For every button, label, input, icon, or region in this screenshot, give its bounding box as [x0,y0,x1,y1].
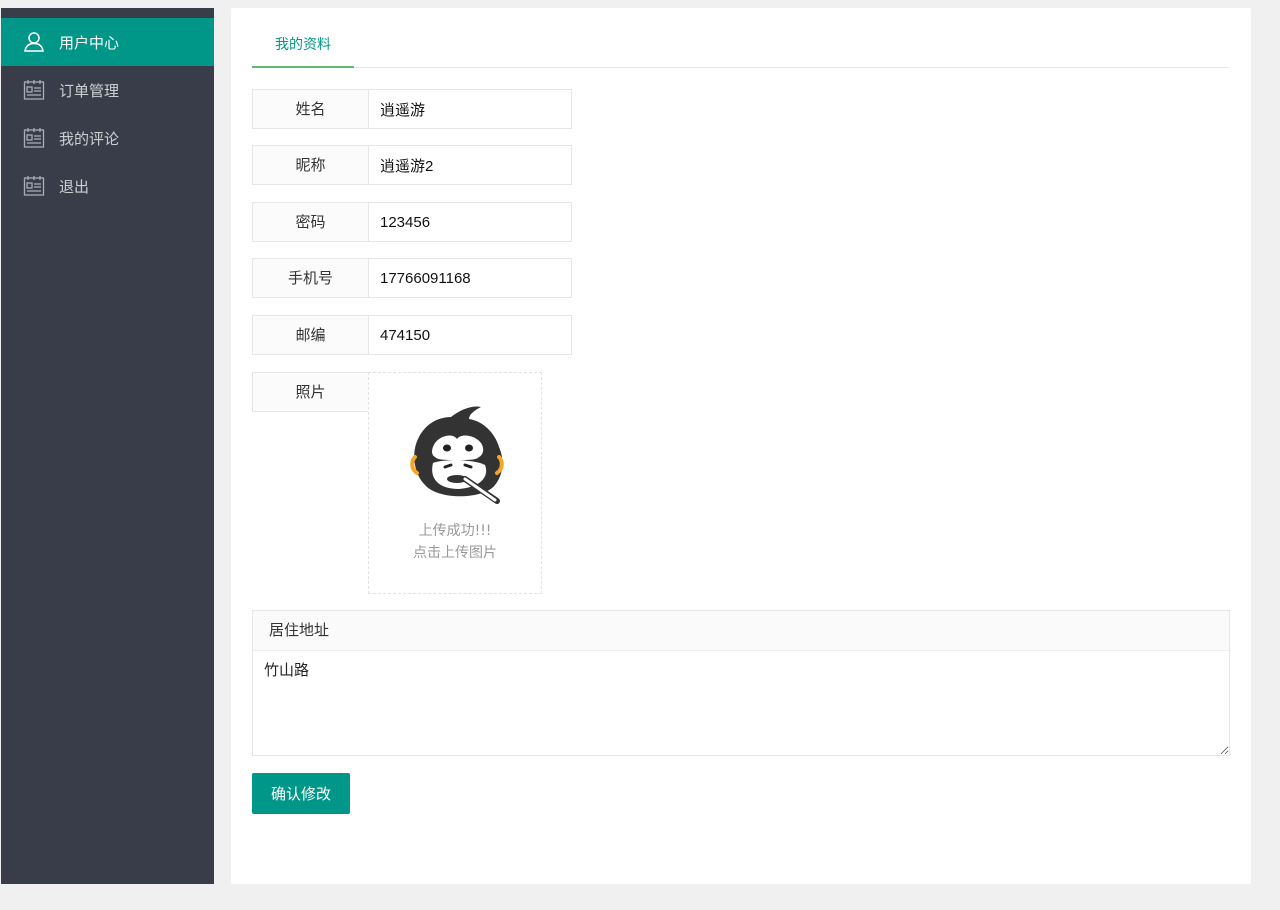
address-block: 居住地址 竹山路 [252,610,1230,756]
nickname-label: 昵称 [252,145,368,185]
password-field[interactable] [368,202,572,242]
photo-label: 照片 [252,372,368,412]
zipcode-row: 邮编 [252,315,572,355]
name-row: 姓名 [252,89,572,129]
sidebar-item-label: 用户中心 [59,33,120,52]
address-textarea[interactable]: 竹山路 [253,651,1229,755]
sidebar: 用户中心 订单管理 我的评论 退出 [1,8,214,884]
name-field[interactable] [368,89,572,129]
photo-upload-area[interactable]: 上传成功!!! 点击上传图片 [368,372,542,594]
phone-row: 手机号 [252,258,572,298]
zipcode-label: 邮编 [252,315,368,355]
photo-row: 照片 [252,372,368,412]
sidebar-item-label: 我的评论 [59,129,120,148]
user-icon [23,31,45,53]
upload-hint-text: 点击上传图片 [413,545,497,561]
gorilla-avatar-image [410,406,504,504]
sidebar-item-orders[interactable]: 订单管理 [1,66,214,114]
tab-my-profile[interactable]: 我的资料 [252,26,354,68]
confirm-button[interactable]: 确认修改 [252,773,350,814]
upload-status-text: 上传成功!!! [418,523,492,539]
sidebar-item-label: 订单管理 [59,81,120,100]
phone-field[interactable] [368,258,572,298]
sidebar-item-logout[interactable]: 退出 [1,162,214,210]
sidebar-item-user-center[interactable]: 用户中心 [1,18,214,66]
password-label: 密码 [252,202,368,242]
nickname-field[interactable] [368,145,572,185]
nickname-row: 昵称 [252,145,572,185]
phone-label: 手机号 [252,258,368,298]
main-panel: 我的资料 姓名 昵称 密码 手机号 邮编 照片 [231,8,1251,884]
calendar-icon [23,127,45,149]
password-row: 密码 [252,202,572,242]
calendar-icon [23,175,45,197]
zipcode-field[interactable] [368,315,572,355]
calendar-icon [23,79,45,101]
name-label: 姓名 [252,89,368,129]
sidebar-item-comments[interactable]: 我的评论 [1,114,214,162]
sidebar-item-label: 退出 [59,177,90,196]
tab-bar: 我的资料 [252,26,1229,68]
address-label: 居住地址 [253,611,1229,651]
